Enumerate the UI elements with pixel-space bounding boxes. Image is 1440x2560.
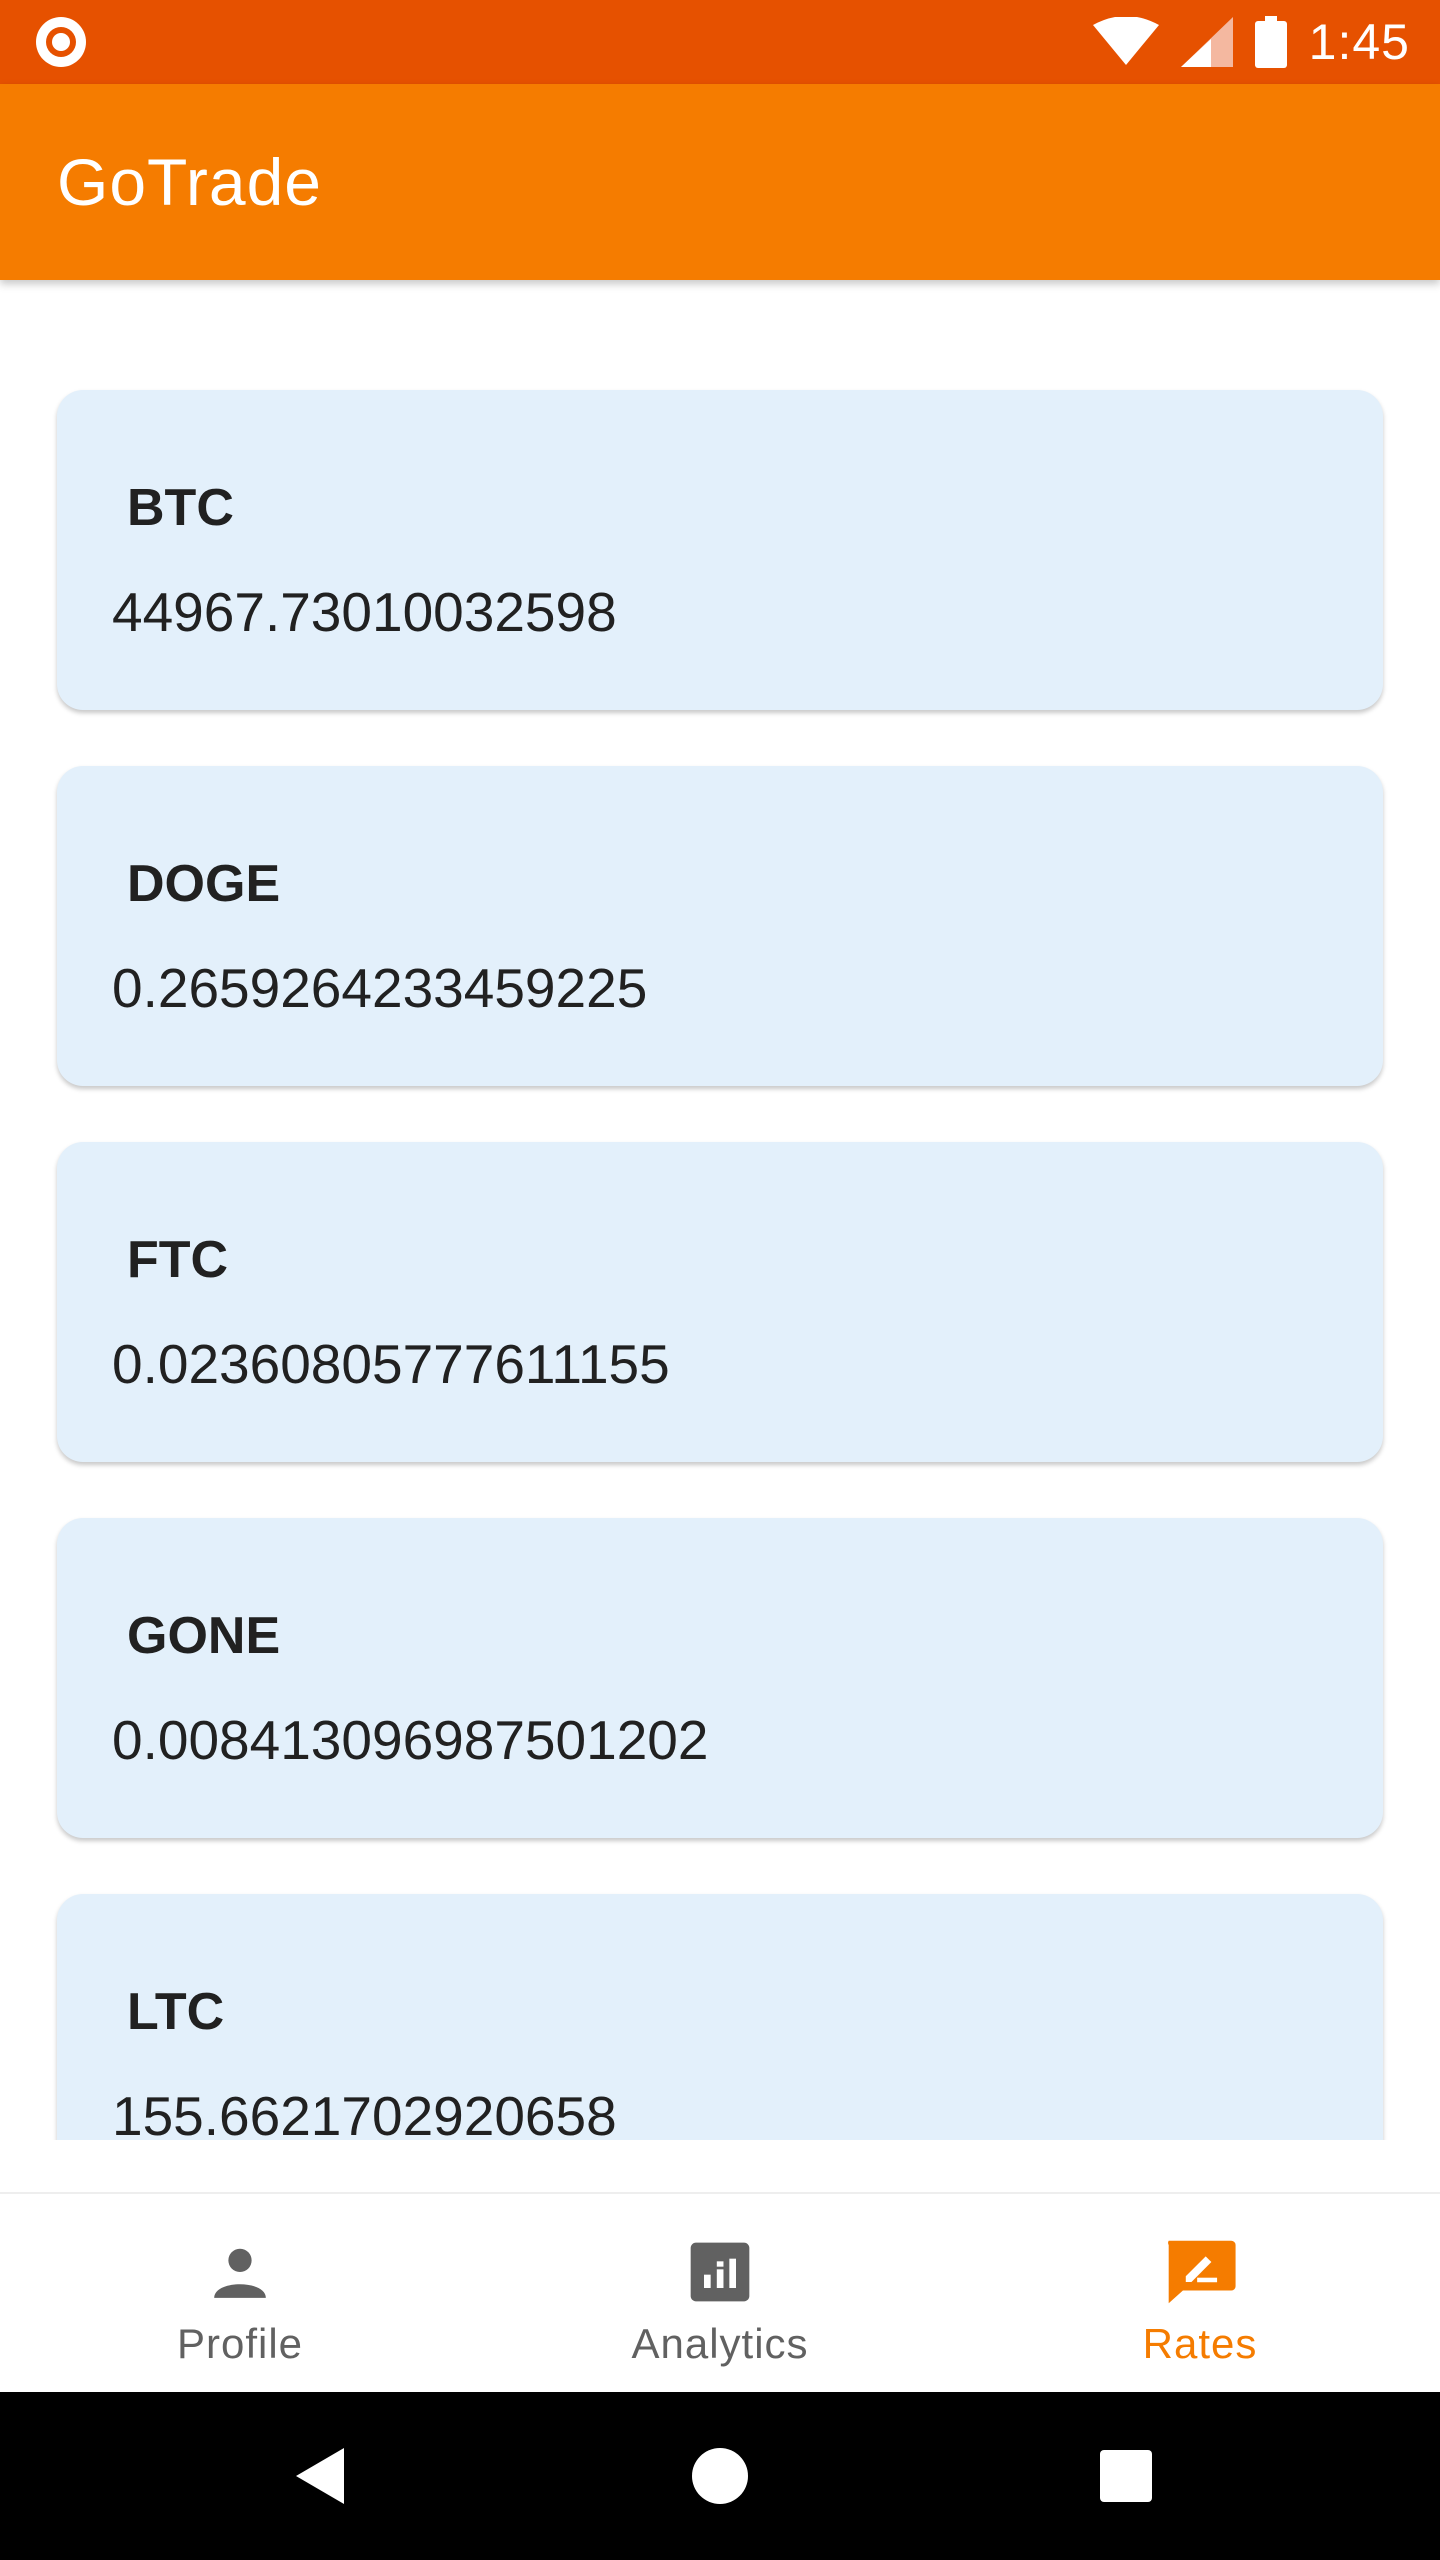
wifi-icon <box>1092 17 1159 67</box>
battery-icon <box>1254 16 1287 68</box>
status-time: 1:45 <box>1308 14 1410 70</box>
home-icon[interactable] <box>670 2392 770 2560</box>
screen: 1:45 GoTrade BTC 44967.73010032598 DOGE … <box>0 0 1440 2560</box>
app-title: GoTrade <box>57 145 323 219</box>
nav-item-analytics[interactable]: Analytics <box>480 2194 960 2394</box>
rate-value: 0.02360805777611155 <box>112 1333 670 1395</box>
recents-icon[interactable] <box>1076 2392 1176 2560</box>
rate-value: 155.6621702920658 <box>112 2085 617 2140</box>
nav-item-profile[interactable]: Profile <box>0 2194 480 2394</box>
rate-symbol: DOGE <box>127 855 281 913</box>
rate-card-btc[interactable]: BTC 44967.73010032598 <box>57 390 1383 710</box>
rate-value: 0.2659264233459225 <box>112 957 648 1019</box>
system-navigation-bar <box>0 2392 1440 2560</box>
bottom-navigation: Profile Analytics Rates <box>0 2192 1440 2392</box>
nav-label: Rates <box>1142 2320 1258 2367</box>
cell-signal-icon <box>1180 17 1233 67</box>
person-icon <box>202 2234 278 2310</box>
status-icons: 1:45 <box>1092 0 1410 84</box>
nav-label: Profile <box>176 2320 304 2367</box>
rate-symbol: BTC <box>127 479 234 537</box>
rate-value: 0.008413096987501202 <box>112 1709 709 1771</box>
rates-list[interactable]: BTC 44967.73010032598 DOGE 0.26592642334… <box>0 280 1440 2140</box>
notification-dot-icon <box>36 17 86 67</box>
rate-card-ftc[interactable]: FTC 0.02360805777611155 <box>57 1142 1383 1462</box>
rate-card-doge[interactable]: DOGE 0.2659264233459225 <box>57 766 1383 1086</box>
back-icon[interactable] <box>270 2392 370 2560</box>
rate-symbol: FTC <box>127 1231 229 1289</box>
rates-icon <box>1162 2234 1238 2310</box>
rate-symbol: GONE <box>127 1607 281 1665</box>
rate-symbol: LTC <box>127 1983 225 2041</box>
app-bar: GoTrade <box>0 84 1440 280</box>
rate-card-ltc[interactable]: LTC 155.6621702920658 <box>57 1894 1383 2140</box>
rate-card-gone[interactable]: GONE 0.008413096987501202 <box>57 1518 1383 1838</box>
status-bar: 1:45 <box>0 0 1440 84</box>
rate-value: 44967.73010032598 <box>112 581 617 643</box>
nav-item-rates[interactable]: Rates <box>960 2194 1440 2394</box>
analytics-icon <box>682 2234 758 2310</box>
nav-label: Analytics <box>631 2320 809 2367</box>
